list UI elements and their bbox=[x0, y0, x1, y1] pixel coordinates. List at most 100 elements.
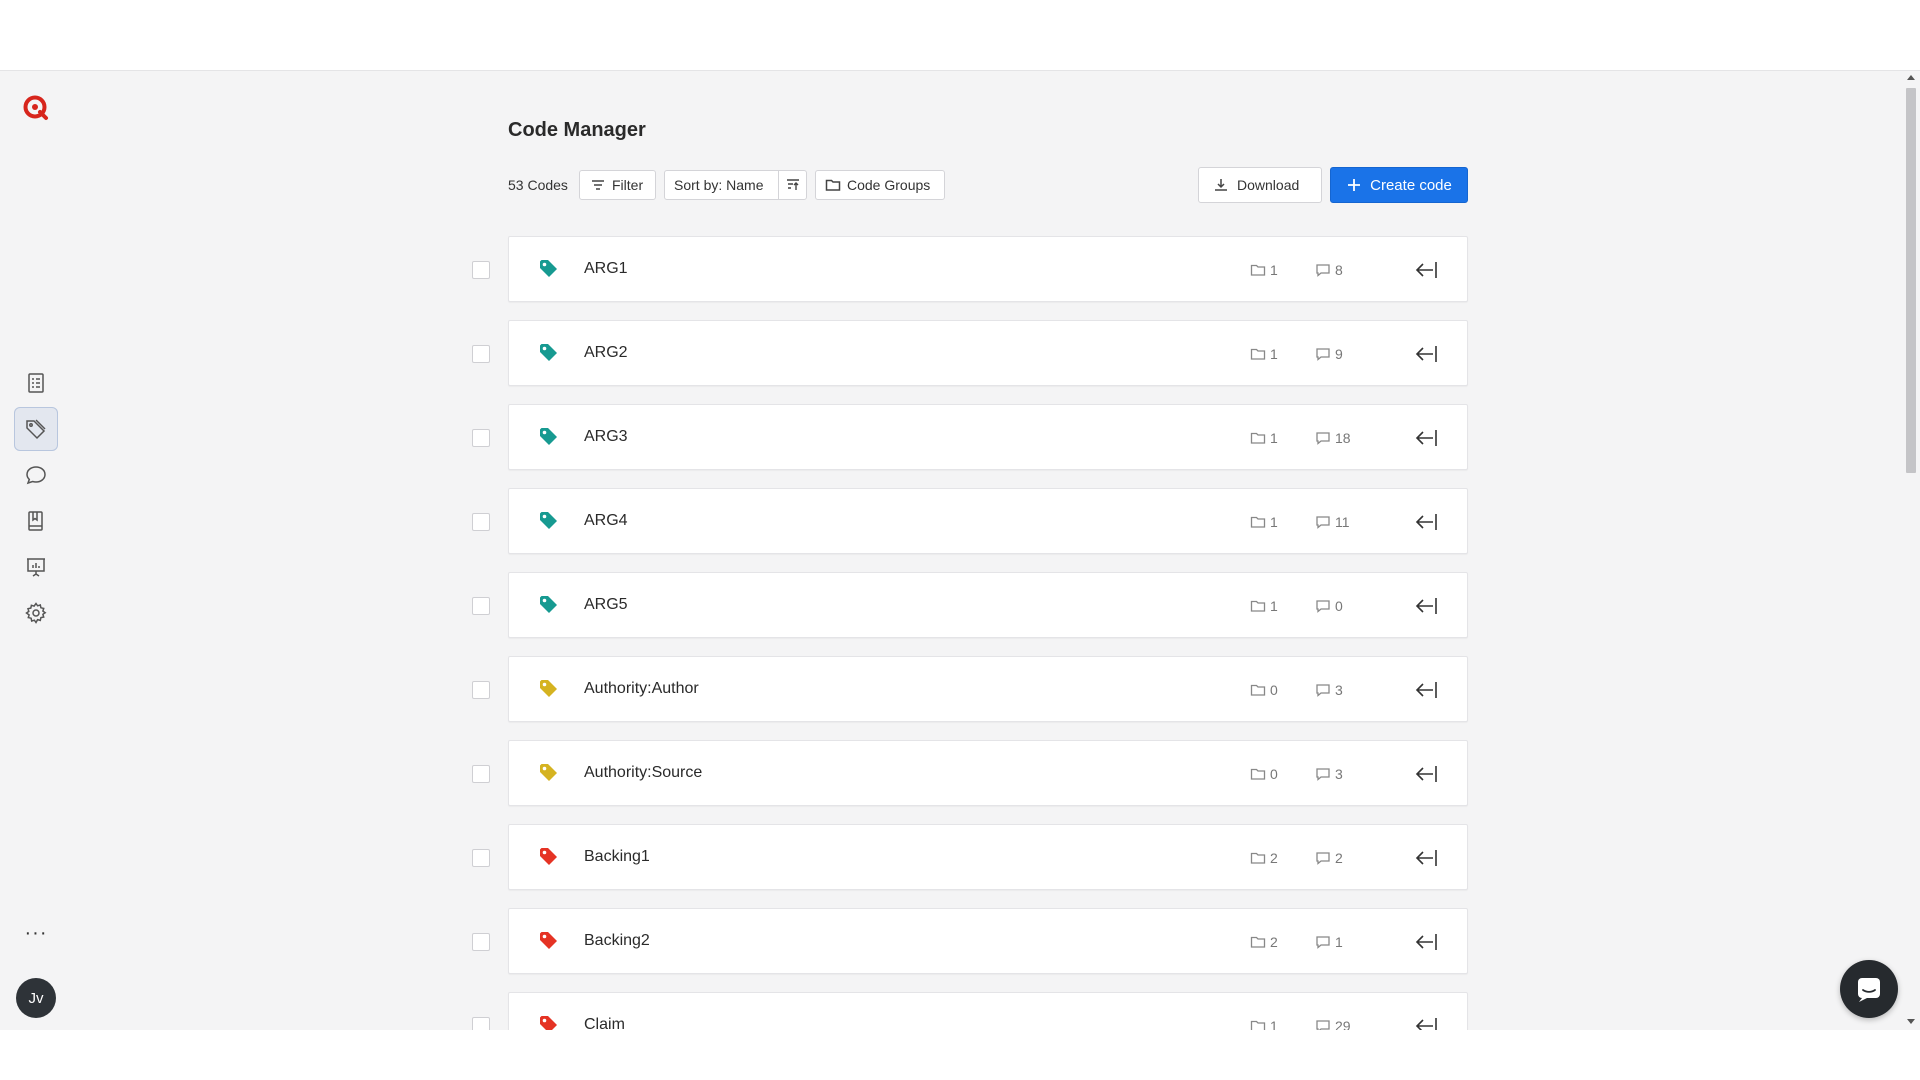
code-count: 53 Codes bbox=[508, 177, 568, 193]
code-tag-icon bbox=[540, 1016, 557, 1030]
folder-icon bbox=[1250, 1020, 1266, 1030]
code-card[interactable]: Claim 1 29 bbox=[508, 992, 1468, 1030]
presentation-icon bbox=[27, 558, 45, 577]
nav-settings[interactable] bbox=[14, 591, 58, 635]
quotations-count-value: 3 bbox=[1335, 682, 1343, 698]
folder-icon bbox=[1250, 348, 1266, 360]
groups-count-value: 1 bbox=[1270, 346, 1278, 362]
code-tag-icon bbox=[540, 344, 557, 361]
row-checkbox[interactable] bbox=[472, 765, 490, 783]
arrow-left-bar-icon bbox=[1415, 514, 1437, 530]
code-card[interactable]: Authority:Author 0 3 bbox=[508, 656, 1468, 722]
scroll-up-arrow-icon[interactable] bbox=[1907, 75, 1915, 80]
open-side-panel-button[interactable] bbox=[1413, 592, 1441, 620]
user-avatar[interactable]: Jv bbox=[16, 978, 56, 1018]
left-nav-rail: ··· Jv bbox=[0, 71, 72, 1030]
code-name: ARG1 bbox=[584, 260, 628, 277]
quotations-count-value: 18 bbox=[1335, 430, 1351, 446]
sort-direction-button[interactable] bbox=[778, 171, 806, 199]
row-checkbox[interactable] bbox=[472, 1017, 490, 1030]
code-card[interactable]: ARG5 1 0 bbox=[508, 572, 1468, 638]
row-checkbox[interactable] bbox=[472, 597, 490, 615]
code-groups-count: 2 bbox=[1250, 849, 1278, 867]
comment-icon bbox=[1316, 936, 1330, 949]
code-groups-button[interactable]: Code Groups bbox=[815, 170, 945, 200]
open-side-panel-button[interactable] bbox=[1413, 844, 1441, 872]
comment-icon bbox=[1316, 768, 1330, 781]
quotations-count-value: 1 bbox=[1335, 934, 1343, 950]
open-side-panel-button[interactable] bbox=[1413, 676, 1441, 704]
comment-icon bbox=[1316, 348, 1330, 361]
row-checkbox[interactable] bbox=[472, 933, 490, 951]
row-checkbox[interactable] bbox=[472, 849, 490, 867]
folder-icon bbox=[1250, 432, 1266, 444]
arrow-left-bar-icon bbox=[1415, 1018, 1437, 1030]
row-checkbox[interactable] bbox=[472, 345, 490, 363]
more-options-button[interactable]: ··· bbox=[14, 918, 58, 948]
open-side-panel-button[interactable] bbox=[1413, 256, 1441, 284]
row-checkbox[interactable] bbox=[472, 681, 490, 699]
code-groups-count: 1 bbox=[1250, 261, 1278, 279]
codes-tag-icon bbox=[26, 419, 46, 440]
page-title: Code Manager bbox=[508, 119, 646, 141]
folder-icon bbox=[1250, 600, 1266, 612]
row-checkbox[interactable] bbox=[472, 261, 490, 279]
code-name: Backing1 bbox=[584, 848, 650, 865]
quotations-count: 9 bbox=[1315, 345, 1343, 363]
arrow-left-bar-icon bbox=[1415, 850, 1437, 866]
sort-by-button[interactable]: Sort by: Name bbox=[665, 171, 778, 199]
open-side-panel-button[interactable] bbox=[1413, 928, 1441, 956]
open-side-panel-button[interactable] bbox=[1413, 508, 1441, 536]
code-row: Backing1 2 2 bbox=[470, 824, 1470, 892]
quotations-count: 0 bbox=[1315, 597, 1343, 615]
bottom-strip bbox=[0, 1030, 1920, 1080]
quotations-count-value: 0 bbox=[1335, 598, 1343, 614]
nav-memos[interactable] bbox=[14, 499, 58, 543]
comment-icon bbox=[1316, 432, 1330, 445]
groups-count-value: 1 bbox=[1270, 262, 1278, 278]
open-side-panel-button[interactable] bbox=[1413, 1012, 1441, 1030]
nav-quotations[interactable] bbox=[14, 453, 58, 497]
row-checkbox[interactable] bbox=[472, 429, 490, 447]
open-side-panel-button[interactable] bbox=[1413, 760, 1441, 788]
settings-gear-icon bbox=[25, 602, 47, 624]
arrow-left-bar-icon bbox=[1415, 766, 1437, 782]
code-groups-count: 2 bbox=[1250, 933, 1278, 951]
groups-count-value: 0 bbox=[1270, 682, 1278, 698]
code-row: Authority:Source 0 3 bbox=[470, 740, 1470, 808]
code-card[interactable]: ARG4 1 11 bbox=[508, 488, 1468, 554]
nav-codes[interactable] bbox=[14, 407, 58, 451]
scrollbar[interactable] bbox=[1902, 71, 1920, 1030]
create-code-button[interactable]: Create code bbox=[1330, 167, 1468, 203]
code-tag-icon bbox=[540, 512, 557, 529]
code-card[interactable]: ARG3 1 18 bbox=[508, 404, 1468, 470]
download-button[interactable]: Download bbox=[1198, 167, 1322, 203]
code-card[interactable]: Authority:Source 0 3 bbox=[508, 740, 1468, 806]
scrollbar-thumb[interactable] bbox=[1906, 88, 1916, 473]
code-name: ARG3 bbox=[584, 428, 628, 445]
code-card[interactable]: ARG1 1 8 bbox=[508, 236, 1468, 302]
quotations-count: 1 bbox=[1315, 933, 1343, 951]
download-icon bbox=[1215, 179, 1227, 191]
code-row: Authority:Author 0 3 bbox=[470, 656, 1470, 724]
scroll-down-arrow-icon[interactable] bbox=[1907, 1019, 1915, 1024]
row-checkbox[interactable] bbox=[472, 513, 490, 531]
comment-icon bbox=[1316, 1020, 1330, 1030]
nav-documents[interactable] bbox=[14, 361, 58, 405]
nav-analysis[interactable] bbox=[14, 545, 58, 589]
open-side-panel-button[interactable] bbox=[1413, 340, 1441, 368]
chat-support-button[interactable] bbox=[1840, 960, 1898, 1018]
quotations-count-value: 8 bbox=[1335, 262, 1343, 278]
quotations-count: 29 bbox=[1315, 1017, 1351, 1030]
code-tag-icon bbox=[540, 932, 557, 949]
code-groups-count: 1 bbox=[1250, 513, 1278, 531]
code-name: Authority:Author bbox=[584, 680, 699, 697]
app-logo-icon[interactable] bbox=[21, 93, 49, 121]
code-card[interactable]: ARG2 1 9 bbox=[508, 320, 1468, 386]
app-main: ··· Jv Code Manager 53 Codes Filter Sort… bbox=[0, 71, 1920, 1030]
quotations-count: 18 bbox=[1315, 429, 1351, 447]
code-card[interactable]: Backing2 2 1 bbox=[508, 908, 1468, 974]
code-card[interactable]: Backing1 2 2 bbox=[508, 824, 1468, 890]
filter-button[interactable]: Filter bbox=[579, 170, 656, 200]
open-side-panel-button[interactable] bbox=[1413, 424, 1441, 452]
